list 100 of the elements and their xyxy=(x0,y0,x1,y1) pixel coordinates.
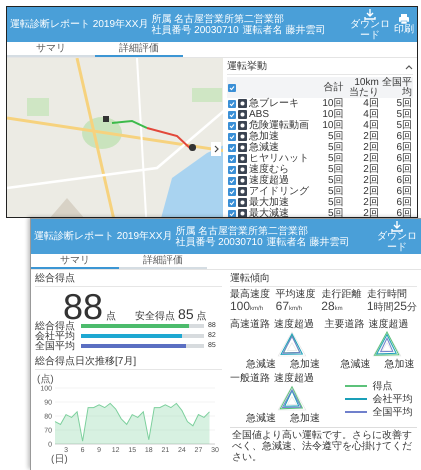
tile-icon xyxy=(238,187,247,196)
axis-label: (日) xyxy=(51,454,68,464)
table-cell-text: 6回 xyxy=(395,164,413,175)
next-button[interactable] xyxy=(211,142,221,156)
section-title: 運転傾向 xyxy=(230,273,270,284)
table-cell-text: 急減速 xyxy=(248,142,280,153)
tile-icon xyxy=(238,121,247,130)
table-cell-text: 急加速 xyxy=(248,131,279,142)
table-cell-text: 2回 xyxy=(362,164,380,175)
tile-icon xyxy=(238,143,247,152)
table-cell-text: 4回 xyxy=(362,120,380,131)
table-cell-text: 最大加速 xyxy=(248,197,290,208)
column-header: 10km当たり xyxy=(344,77,380,98)
tile-icon xyxy=(238,198,247,207)
bar-label: 全国平均 xyxy=(35,340,76,352)
table-cell-text: 5回 xyxy=(326,164,344,175)
axis-label: 急減速 xyxy=(246,360,276,370)
table-cell-text: ヒヤリハット xyxy=(248,153,310,164)
table-cell-text: 5回 xyxy=(326,208,344,217)
table-cell-text: 6回 xyxy=(395,142,413,153)
table-cell-text: 5回 xyxy=(326,131,344,142)
legend-label: 会社平均 xyxy=(372,394,412,404)
table-cell: 急ブレーキ xyxy=(248,98,310,109)
table-cell-text: 2回 xyxy=(362,153,380,164)
table-cell-text: 2回 xyxy=(362,197,380,208)
axis-label: 速度超過 xyxy=(368,320,408,330)
table-cell-text: 5回 xyxy=(326,153,344,164)
collapse-button[interactable] xyxy=(405,64,413,70)
axis-label: 急加速 xyxy=(290,360,320,370)
table-cell-text: 10回 xyxy=(321,109,344,120)
table-cell-text: 速度むら xyxy=(248,164,290,174)
column-header: 全国平均 xyxy=(380,77,413,98)
tile-icon xyxy=(238,165,247,174)
table-cell-text: 6回 xyxy=(395,208,413,217)
table-cell-text: 最大減速 xyxy=(248,208,290,217)
checkbox[interactable] xyxy=(228,154,236,162)
table-cell-text: 2回 xyxy=(362,142,380,153)
axis-label: 急減速 xyxy=(340,360,370,370)
axis-label: (点) xyxy=(37,374,54,385)
stat-label: 最高速度 xyxy=(230,289,270,300)
stat-value: 1時間25分 xyxy=(366,300,417,314)
stat-label: 平均速度 xyxy=(276,289,316,300)
axis-label: 急減速 xyxy=(246,414,276,424)
table-cell-text: 5回 xyxy=(326,197,344,208)
checkbox[interactable] xyxy=(228,100,236,108)
checkbox[interactable] xyxy=(228,144,236,152)
table-cell-text: 2回 xyxy=(362,175,380,186)
table-cell-text: 5回 xyxy=(326,142,344,153)
score-unit: 点 xyxy=(106,311,116,322)
table-cell-text: 6回 xyxy=(395,186,413,197)
checkbox[interactable] xyxy=(228,188,236,196)
header-info: 所属 名古屋営業所第二営業部 xyxy=(175,226,308,236)
checkbox[interactable] xyxy=(228,166,236,174)
checkbox[interactable] xyxy=(228,122,236,130)
table-cell: 速度超過 xyxy=(248,175,310,186)
table-cell: 5回 xyxy=(380,98,413,109)
table-cell-text: 4回 xyxy=(362,109,380,120)
section-title: 総合得点 xyxy=(35,273,75,284)
legend-label: 得点 xyxy=(372,380,392,392)
radar-title: 一般道路 xyxy=(230,373,270,384)
download-icon xyxy=(391,220,403,232)
table-cell: 10回 xyxy=(310,98,344,109)
chevron-right-icon xyxy=(214,145,218,153)
tab[interactable]: 詳細評価 xyxy=(95,42,183,57)
checkbox[interactable] xyxy=(228,210,236,217)
comment-text: 全国値より高い運転です。さらに改善すべく、急減速、法令遵守を心掛けてください。 xyxy=(230,427,417,465)
tab[interactable]: サマリ xyxy=(31,254,119,269)
stat-label: 走行距離 xyxy=(321,289,362,300)
score-unit: 点 xyxy=(196,311,207,322)
header-info: 運転者名 藤井雲司 xyxy=(242,24,326,36)
axis-label: 急加速 xyxy=(384,360,414,370)
table-cell: 4回 xyxy=(344,98,380,109)
table-cell-text: 6回 xyxy=(395,131,413,142)
checkbox[interactable] xyxy=(228,176,236,184)
header-info: 社員番号 20030710 xyxy=(175,236,263,248)
header-info: 所属 名古屋営業所第二営業部 xyxy=(151,14,284,24)
checkbox[interactable] xyxy=(228,132,236,140)
safety-score: 85 xyxy=(178,307,194,322)
tile-icon xyxy=(238,154,247,163)
stat-label: 走行時間 xyxy=(366,289,408,300)
header-info: 社員番号 20030710 xyxy=(151,24,239,36)
table-cell-text: 5回 xyxy=(395,120,413,131)
table-cell-text: 6回 xyxy=(395,153,413,164)
checkbox[interactable] xyxy=(228,110,236,118)
checkbox[interactable] xyxy=(228,84,236,92)
table-cell-text: 6回 xyxy=(395,197,413,208)
table-cell-text: 危険運転動画 xyxy=(248,120,310,130)
column-header: 合計 xyxy=(310,77,344,98)
report-title: 運転診断レポート 2019年XX月 xyxy=(10,19,148,30)
table-cell-text: 5回 xyxy=(326,175,344,186)
axis-label: 速度超過 xyxy=(274,374,314,384)
table-cell-text: 10回 xyxy=(321,120,344,131)
tab[interactable]: 詳細評価 xyxy=(119,254,207,269)
checkbox[interactable] xyxy=(228,198,236,206)
tab[interactable]: サマリ xyxy=(7,42,95,57)
radar-title: 高速道路 xyxy=(230,319,270,330)
table-cell-text: 6回 xyxy=(395,175,413,186)
printer-icon xyxy=(398,13,410,26)
table-cell-text: アイドリング xyxy=(248,186,310,196)
radar-title: 主要道路 xyxy=(324,319,364,330)
